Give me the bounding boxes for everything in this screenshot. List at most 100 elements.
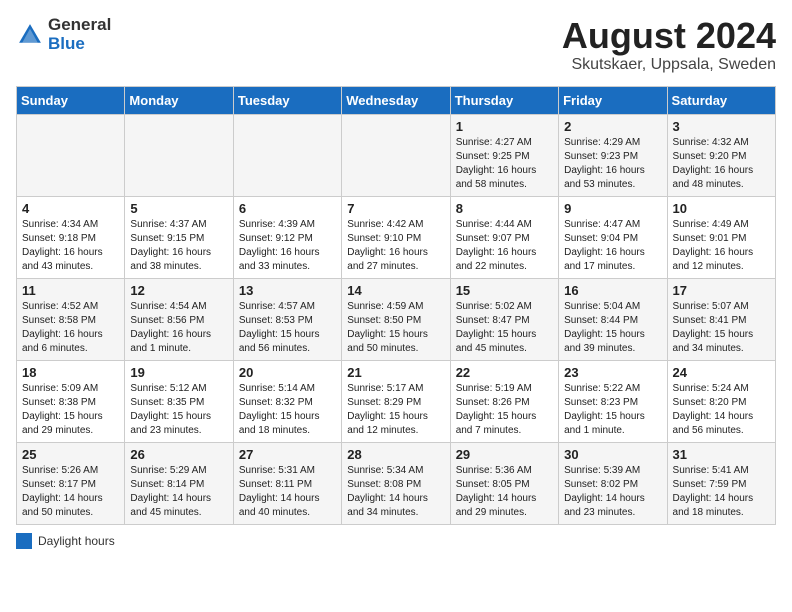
calendar-day-cell: 18 Sunrise: 5:09 AM Sunset: 8:38 PM Dayli…: [17, 360, 125, 442]
calendar-week-row: 18 Sunrise: 5:09 AM Sunset: 8:38 PM Dayli…: [17, 360, 776, 442]
calendar-day-cell: 26 Sunrise: 5:29 AM Sunset: 8:14 PM Dayli…: [125, 442, 233, 524]
day-number: 16: [564, 283, 661, 298]
day-info: Sunrise: 5:41 AM Sunset: 7:59 PM Dayligh…: [673, 464, 770, 520]
calendar-day-cell: 30 Sunrise: 5:39 AM Sunset: 8:02 PM Dayli…: [559, 442, 667, 524]
day-number: 22: [456, 365, 553, 380]
calendar-day-cell: 2 Sunrise: 4:29 AM Sunset: 9:23 PM Daylig…: [559, 114, 667, 196]
day-number: 7: [347, 201, 444, 216]
legend-color-box: [16, 533, 32, 549]
day-info: Sunrise: 5:39 AM Sunset: 8:02 PM Dayligh…: [564, 464, 661, 520]
day-info: Sunrise: 5:12 AM Sunset: 8:35 PM Dayligh…: [130, 382, 227, 438]
logo: General Blue: [16, 16, 111, 53]
calendar-table: SundayMondayTuesdayWednesdayThursdayFrid…: [16, 86, 776, 525]
day-info: Sunrise: 5:02 AM Sunset: 8:47 PM Dayligh…: [456, 300, 553, 356]
day-number: 8: [456, 201, 553, 216]
calendar-day-cell: 23Sunrise: 5:22 AM Sunset: 8:23 PM Dayli…: [559, 360, 667, 442]
day-number: 10: [673, 201, 770, 216]
day-info: Sunrise: 5:17 AM Sunset: 8:29 PM Dayligh…: [347, 382, 444, 438]
calendar-day-cell: 13 Sunrise: 4:57 AM Sunset: 8:53 PM Dayli…: [233, 278, 341, 360]
calendar-day-header: Monday: [125, 86, 233, 114]
calendar-day-header: Thursday: [450, 86, 558, 114]
calendar-day-header: Friday: [559, 86, 667, 114]
day-info: Sunrise: 4:54 AM Sunset: 8:56 PM Dayligh…: [130, 300, 227, 356]
day-number: 21: [347, 365, 444, 380]
day-number: 19: [130, 365, 227, 380]
day-info: Sunrise: 5:29 AM Sunset: 8:14 PM Dayligh…: [130, 464, 227, 520]
calendar-day-cell: 22Sunrise: 5:19 AM Sunset: 8:26 PM Dayli…: [450, 360, 558, 442]
day-number: 29: [456, 447, 553, 462]
calendar-day-cell: 6 Sunrise: 4:39 AM Sunset: 9:12 PM Daylig…: [233, 196, 341, 278]
day-number: 5: [130, 201, 227, 216]
day-info: Sunrise: 4:29 AM Sunset: 9:23 PM Dayligh…: [564, 136, 661, 192]
calendar-day-cell: 19 Sunrise: 5:12 AM Sunset: 8:35 PM Dayli…: [125, 360, 233, 442]
calendar-day-cell: 8 Sunrise: 4:44 AM Sunset: 9:07 PM Daylig…: [450, 196, 558, 278]
page-header: General Blue August 2024 Skutskaer, Upps…: [16, 16, 776, 74]
calendar-week-row: 4 Sunrise: 4:34 AM Sunset: 9:18 PM Daylig…: [17, 196, 776, 278]
calendar-week-row: 1 Sunrise: 4:27 AM Sunset: 9:25 PM Daylig…: [17, 114, 776, 196]
day-number: 26: [130, 447, 227, 462]
logo-text: General Blue: [48, 16, 111, 53]
calendar-day-cell: 20Sunrise: 5:14 AM Sunset: 8:32 PM Dayli…: [233, 360, 341, 442]
day-info: Sunrise: 4:47 AM Sunset: 9:04 PM Dayligh…: [564, 218, 661, 274]
day-info: Sunrise: 4:59 AM Sunset: 8:50 PM Dayligh…: [347, 300, 444, 356]
calendar-day-cell: 15Sunrise: 5:02 AM Sunset: 8:47 PM Dayli…: [450, 278, 558, 360]
day-info: Sunrise: 4:44 AM Sunset: 9:07 PM Dayligh…: [456, 218, 553, 274]
calendar-day-header: Wednesday: [342, 86, 450, 114]
day-number: 20: [239, 365, 336, 380]
day-info: Sunrise: 5:34 AM Sunset: 8:08 PM Dayligh…: [347, 464, 444, 520]
calendar-day-cell: 10Sunrise: 4:49 AM Sunset: 9:01 PM Dayli…: [667, 196, 775, 278]
day-info: Sunrise: 5:31 AM Sunset: 8:11 PM Dayligh…: [239, 464, 336, 520]
day-number: 31: [673, 447, 770, 462]
legend-label: Daylight hours: [38, 534, 115, 548]
day-number: 23: [564, 365, 661, 380]
day-info: Sunrise: 4:27 AM Sunset: 9:25 PM Dayligh…: [456, 136, 553, 192]
day-info: Sunrise: 4:42 AM Sunset: 9:10 PM Dayligh…: [347, 218, 444, 274]
calendar-day-cell: 24Sunrise: 5:24 AM Sunset: 8:20 PM Dayli…: [667, 360, 775, 442]
calendar-day-cell: 27 Sunrise: 5:31 AM Sunset: 8:11 PM Dayli…: [233, 442, 341, 524]
day-info: Sunrise: 5:07 AM Sunset: 8:41 PM Dayligh…: [673, 300, 770, 356]
calendar-day-cell: [125, 114, 233, 196]
day-number: 14: [347, 283, 444, 298]
calendar-day-cell: 1 Sunrise: 4:27 AM Sunset: 9:25 PM Daylig…: [450, 114, 558, 196]
day-number: 17: [673, 283, 770, 298]
day-info: Sunrise: 5:36 AM Sunset: 8:05 PM Dayligh…: [456, 464, 553, 520]
calendar-day-cell: 21 Sunrise: 5:17 AM Sunset: 8:29 PM Dayli…: [342, 360, 450, 442]
day-number: 25: [22, 447, 119, 462]
day-number: 12: [130, 283, 227, 298]
day-info: Sunrise: 4:39 AM Sunset: 9:12 PM Dayligh…: [239, 218, 336, 274]
day-info: Sunrise: 5:26 AM Sunset: 8:17 PM Dayligh…: [22, 464, 119, 520]
day-number: 6: [239, 201, 336, 216]
day-info: Sunrise: 4:32 AM Sunset: 9:20 PM Dayligh…: [673, 136, 770, 192]
calendar-day-header: Saturday: [667, 86, 775, 114]
title-section: August 2024 Skutskaer, Uppsala, Sweden: [562, 16, 776, 74]
day-number: 24: [673, 365, 770, 380]
day-info: Sunrise: 4:57 AM Sunset: 8:53 PM Dayligh…: [239, 300, 336, 356]
calendar-day-cell: 31 Sunrise: 5:41 AM Sunset: 7:59 PM Dayli…: [667, 442, 775, 524]
day-number: 9: [564, 201, 661, 216]
legend: Daylight hours: [16, 533, 776, 549]
day-info: Sunrise: 4:34 AM Sunset: 9:18 PM Dayligh…: [22, 218, 119, 274]
calendar-day-cell: 16Sunrise: 5:04 AM Sunset: 8:44 PM Dayli…: [559, 278, 667, 360]
day-number: 1: [456, 119, 553, 134]
logo-blue-text: Blue: [48, 35, 111, 54]
calendar-day-cell: 25 Sunrise: 5:26 AM Sunset: 8:17 PM Dayli…: [17, 442, 125, 524]
day-number: 11: [22, 283, 119, 298]
day-number: 18: [22, 365, 119, 380]
day-info: Sunrise: 4:52 AM Sunset: 8:58 PM Dayligh…: [22, 300, 119, 356]
day-number: 4: [22, 201, 119, 216]
calendar-day-cell: [17, 114, 125, 196]
calendar-day-cell: 28Sunrise: 5:34 AM Sunset: 8:08 PM Dayli…: [342, 442, 450, 524]
calendar-day-header: Tuesday: [233, 86, 341, 114]
calendar-day-cell: [233, 114, 341, 196]
day-number: 30: [564, 447, 661, 462]
day-number: 27: [239, 447, 336, 462]
calendar-day-header: Sunday: [17, 86, 125, 114]
day-info: Sunrise: 5:09 AM Sunset: 8:38 PM Dayligh…: [22, 382, 119, 438]
calendar-day-cell: 11 Sunrise: 4:52 AM Sunset: 8:58 PM Dayli…: [17, 278, 125, 360]
calendar-day-cell: 17 Sunrise: 5:07 AM Sunset: 8:41 PM Dayli…: [667, 278, 775, 360]
calendar-day-cell: 14 Sunrise: 4:59 AM Sunset: 8:50 PM Dayli…: [342, 278, 450, 360]
day-number: 13: [239, 283, 336, 298]
calendar-week-row: 11 Sunrise: 4:52 AM Sunset: 8:58 PM Dayli…: [17, 278, 776, 360]
calendar-day-cell: 9 Sunrise: 4:47 AM Sunset: 9:04 PM Daylig…: [559, 196, 667, 278]
day-number: 2: [564, 119, 661, 134]
